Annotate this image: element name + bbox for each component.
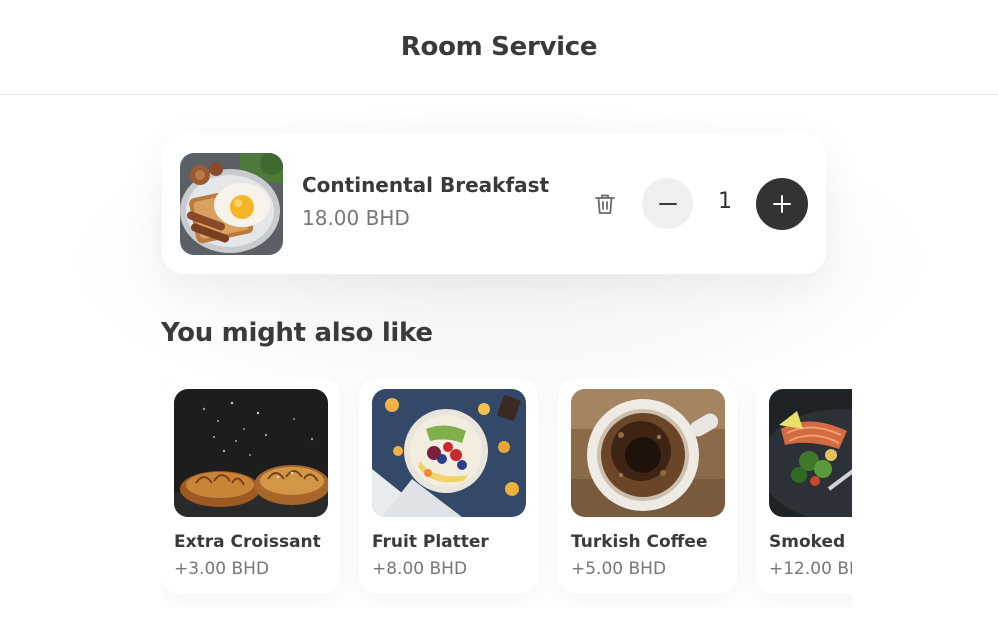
increase-quantity-button[interactable] — [756, 178, 808, 230]
suggestion-price: +8.00 BHD — [372, 559, 468, 579]
cart-item-name: Continental Breakfast — [302, 173, 550, 197]
header: Room Service — [0, 0, 998, 95]
quantity-value: 1 — [718, 189, 732, 214]
suggestion-price: +5.00 BHD — [571, 559, 667, 579]
suggestion-card-turkish-coffee[interactable]: Turkish Coffee +5.00 BHD — [558, 378, 737, 594]
suggestion-card-fruit-platter[interactable]: Fruit Platter +8.00 BHD — [359, 378, 538, 594]
minus-icon — [658, 194, 678, 214]
suggestion-name: Fruit Platter — [372, 532, 489, 552]
turkish-coffee-image — [571, 389, 725, 517]
fruit-platter-image — [372, 389, 526, 517]
smoked-salmon-image — [769, 389, 852, 517]
plus-icon — [772, 194, 792, 214]
suggestion-card-croissant[interactable]: Extra Croissant +3.00 BHD — [161, 378, 340, 594]
cart-item-image — [180, 153, 283, 255]
suggestion-card-smoked-salmon[interactable]: Smoked Salmon +12.00 BHD — [756, 378, 852, 594]
suggestions-carousel[interactable]: Extra Croissant +3.00 BHD Fruit Platter … — [161, 378, 852, 608]
cart-item-price: 18.00 BHD — [302, 206, 410, 230]
suggestion-name: Smoked Salmon — [769, 532, 852, 552]
suggestion-name: Turkish Coffee — [571, 532, 708, 552]
suggestions-title: You might also like — [161, 318, 433, 348]
page-title: Room Service — [400, 32, 598, 62]
cart-item-card: Continental Breakfast 18.00 BHD 1 — [162, 133, 826, 274]
suggestion-price: +12.00 BHD — [769, 559, 852, 579]
trash-icon[interactable] — [592, 191, 618, 217]
suggestion-price: +3.00 BHD — [174, 559, 270, 579]
suggestion-name: Extra Croissant — [174, 532, 321, 552]
decrease-quantity-button[interactable] — [642, 178, 693, 229]
croissant-image — [174, 389, 328, 517]
